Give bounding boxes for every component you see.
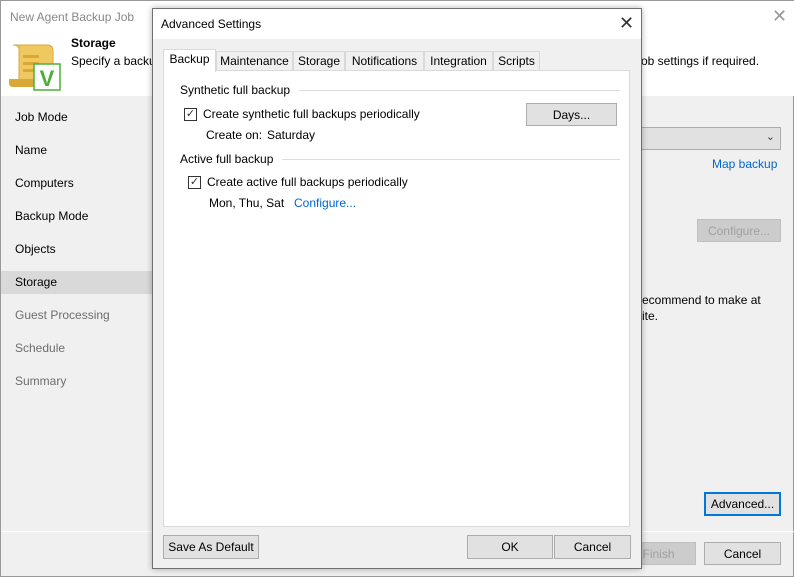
nav-item-schedule[interactable]: Schedule xyxy=(1,337,153,360)
backup-job-icon: V xyxy=(9,44,61,91)
advanced-settings-dialog: Advanced Settings ✕ Backup Maintenance S… xyxy=(152,8,642,569)
synthetic-checkbox-label[interactable]: Create synthetic full backups periodical… xyxy=(203,107,420,121)
recommend-text-1: ecommend to make at xyxy=(642,293,761,307)
wizard-nav: Job Mode Name Computers Backup Mode Obje… xyxy=(1,96,153,531)
step-subtitle: Specify a backu xyxy=(71,54,156,68)
dialog-close-icon[interactable]: ✕ xyxy=(619,14,634,32)
nav-item-name[interactable]: Name xyxy=(1,139,153,162)
active-configure-link[interactable]: Configure... xyxy=(294,196,356,210)
tab-storage[interactable]: Storage xyxy=(293,51,345,71)
group-divider xyxy=(299,90,620,91)
save-as-default-button[interactable]: Save As Default xyxy=(163,535,259,559)
backup-tab-panel: Synthetic full backup ✓ Create synthetic… xyxy=(163,70,630,527)
nav-item-backup-mode[interactable]: Backup Mode xyxy=(1,205,153,228)
recommend-text-2: ite. xyxy=(642,309,659,323)
active-checkbox-label[interactable]: Create active full backups periodically xyxy=(207,175,408,189)
synthetic-checkbox[interactable]: ✓ xyxy=(184,108,197,121)
nav-item-summary[interactable]: Summary xyxy=(1,370,153,393)
chevron-down-icon: ⌄ xyxy=(765,131,775,143)
tab-integration[interactable]: Integration xyxy=(424,51,493,71)
nav-item-job-mode[interactable]: Job Mode xyxy=(1,106,153,129)
active-checkbox[interactable]: ✓ xyxy=(188,176,201,189)
map-backup-link[interactable]: Map backup xyxy=(712,157,777,171)
svg-text:V: V xyxy=(40,66,55,91)
create-on-value: Saturday xyxy=(267,128,316,142)
window-title: New Agent Backup Job xyxy=(10,10,135,24)
nav-item-objects[interactable]: Objects xyxy=(1,238,153,261)
step-title: Storage xyxy=(71,36,116,50)
synthetic-group-label: Synthetic full backup xyxy=(180,83,291,97)
wizard-cancel-button[interactable]: Cancel xyxy=(704,542,781,565)
tab-notifications[interactable]: Notifications xyxy=(345,51,424,71)
repository-dropdown[interactable]: ⌄ xyxy=(631,127,781,150)
tab-maintenance[interactable]: Maintenance xyxy=(216,51,293,71)
step-subtitle-right: ob settings if required. xyxy=(641,54,760,68)
close-icon[interactable]: ✕ xyxy=(772,7,787,25)
nav-item-storage[interactable]: Storage xyxy=(1,271,153,294)
days-button[interactable]: Days... xyxy=(526,103,617,126)
active-group-label: Active full backup xyxy=(180,152,274,166)
ok-button[interactable]: OK xyxy=(467,535,553,559)
group-divider xyxy=(282,159,620,160)
dialog-titlebar: Advanced Settings ✕ xyxy=(153,9,641,39)
tab-scripts[interactable]: Scripts xyxy=(493,51,540,71)
dialog-cancel-button[interactable]: Cancel xyxy=(554,535,631,559)
advanced-button[interactable]: Advanced... xyxy=(704,492,781,516)
dialog-title: Advanced Settings xyxy=(161,17,262,31)
active-days: Mon, Thu, Sat xyxy=(209,196,285,210)
nav-item-guest-processing[interactable]: Guest Processing xyxy=(1,304,153,327)
tab-backup[interactable]: Backup xyxy=(163,49,216,72)
nav-item-computers[interactable]: Computers xyxy=(1,172,153,195)
configure-button[interactable]: Configure... xyxy=(697,219,781,242)
create-on-label: Create on: xyxy=(206,128,263,142)
